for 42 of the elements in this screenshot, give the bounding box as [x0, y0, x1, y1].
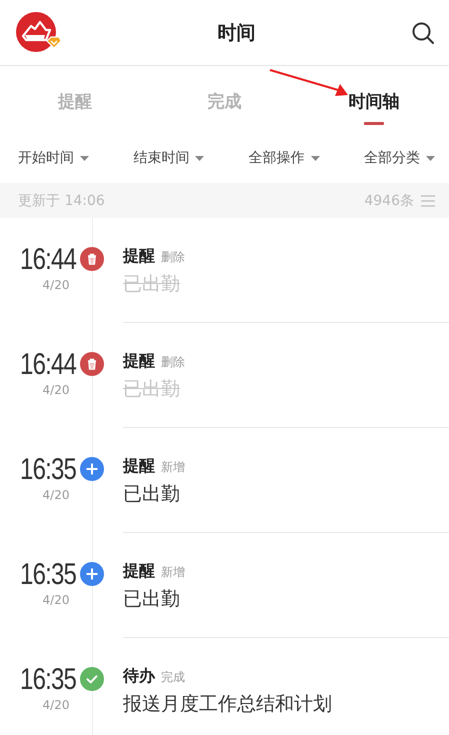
filter-dropdown[interactable]: 全部分类	[364, 149, 435, 167]
entry-time: 16:44	[20, 349, 76, 381]
filter-dropdown[interactable]: 全部操作	[248, 149, 320, 167]
caret-icon	[195, 156, 204, 160]
entry-action: 删除	[161, 249, 185, 266]
entry-text[interactable]: 已出勤	[123, 586, 180, 612]
entry-date: 4/20	[42, 488, 70, 502]
entry-date: 4/20	[42, 593, 70, 607]
entry-action: 新增	[161, 564, 185, 581]
entry-time: 16:35	[20, 559, 76, 591]
page-title: 时间	[218, 20, 256, 46]
entry-category: 提醒	[123, 456, 155, 477]
caret-icon	[80, 156, 89, 160]
logo-icon	[16, 12, 62, 54]
entry-action: 完成	[161, 669, 185, 686]
plus-icon	[80, 457, 104, 481]
trash-icon	[80, 352, 104, 376]
trash-icon	[80, 247, 104, 271]
entry-time: 16:44	[20, 244, 76, 276]
caret-icon	[426, 156, 435, 160]
entry-date: 4/20	[42, 383, 70, 397]
record-count: 4946条	[364, 192, 414, 210]
entry-date: 4/20	[42, 278, 70, 292]
tab[interactable]: 时间轴	[299, 66, 449, 134]
entry-text[interactable]: 报送月度工作总结和计划	[123, 691, 332, 717]
entry-action: 新增	[161, 459, 185, 476]
entry-text[interactable]: 已出勤	[123, 481, 180, 507]
filter-dropdown[interactable]: 开始时间	[18, 149, 89, 167]
plus-icon	[80, 562, 104, 586]
entry-category: 提醒	[123, 351, 155, 372]
entry-date: 4/20	[42, 698, 70, 712]
caret-icon	[310, 156, 320, 160]
update-time: 更新于 14:06	[18, 192, 105, 210]
entry-action: 删除	[161, 354, 185, 371]
check-icon	[80, 667, 104, 691]
entry-time: 16:35	[20, 454, 76, 486]
entry-category: 待办	[123, 666, 155, 687]
entry-category: 提醒	[123, 246, 155, 267]
search-icon[interactable]	[411, 20, 435, 44]
entry-category: 提醒	[123, 561, 155, 582]
entry-time: 16:35	[20, 664, 76, 696]
filter-dropdown[interactable]: 结束时间	[133, 149, 204, 167]
